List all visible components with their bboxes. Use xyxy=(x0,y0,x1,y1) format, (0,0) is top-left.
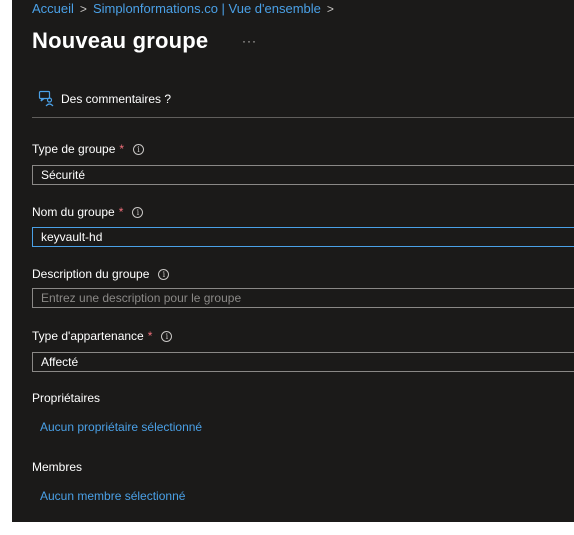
group-type-select[interactable]: Sécurité xyxy=(32,165,574,185)
members-link[interactable]: Aucun membre sélectionné xyxy=(40,489,185,503)
required-marker: * xyxy=(147,329,153,343)
feedback-icon xyxy=(38,90,54,107)
more-icon[interactable]: ··· xyxy=(242,34,257,48)
divider xyxy=(32,117,574,118)
membership-type-label: Type d'appartenance * i xyxy=(32,329,173,343)
group-type-label: Type de groupe * i xyxy=(32,142,145,156)
group-name-label: Nom du groupe * i xyxy=(32,205,144,219)
info-icon[interactable]: i xyxy=(161,330,173,342)
owners-link[interactable]: Aucun propriétaire sélectionné xyxy=(40,420,202,434)
owners-label: Propriétaires xyxy=(32,391,101,405)
description-input[interactable]: Entrez une description pour le groupe xyxy=(32,288,574,308)
breadcrumb: Accueil > Simplonformations.co | Vue d'ens… xyxy=(32,1,340,16)
breadcrumb-overview-link[interactable]: Simplonformations.co | Vue d'ensemble xyxy=(93,1,321,16)
breadcrumb-home-link[interactable]: Accueil xyxy=(32,1,74,16)
membership-type-select[interactable]: Affecté xyxy=(32,352,574,372)
description-label-text: Description du groupe xyxy=(32,267,150,281)
page-title: Nouveau groupe xyxy=(32,28,209,53)
description-label: Description du groupe i xyxy=(32,267,170,281)
group-name-input[interactable]: keyvault-hd xyxy=(32,227,574,247)
members-label: Membres xyxy=(32,460,83,474)
required-marker: * xyxy=(119,142,125,156)
feedback-label: Des commentaires ? xyxy=(61,91,172,106)
info-icon[interactable]: i xyxy=(132,206,144,218)
group-name-label-text: Nom du groupe xyxy=(32,205,115,219)
required-marker: * xyxy=(118,205,124,219)
create-group-panel: Accueil > Simplonformations.co | Vue d'ens… xyxy=(12,0,574,522)
membership-type-label-text: Type d'appartenance xyxy=(32,329,144,343)
info-icon[interactable]: i xyxy=(158,268,170,280)
feedback-button[interactable]: Des commentaires ? xyxy=(38,90,171,107)
group-type-label-text: Type de groupe xyxy=(32,142,116,156)
info-icon[interactable]: i xyxy=(133,143,145,155)
chevron-right-icon: > xyxy=(79,2,87,16)
chevron-right-icon: > xyxy=(326,2,334,16)
